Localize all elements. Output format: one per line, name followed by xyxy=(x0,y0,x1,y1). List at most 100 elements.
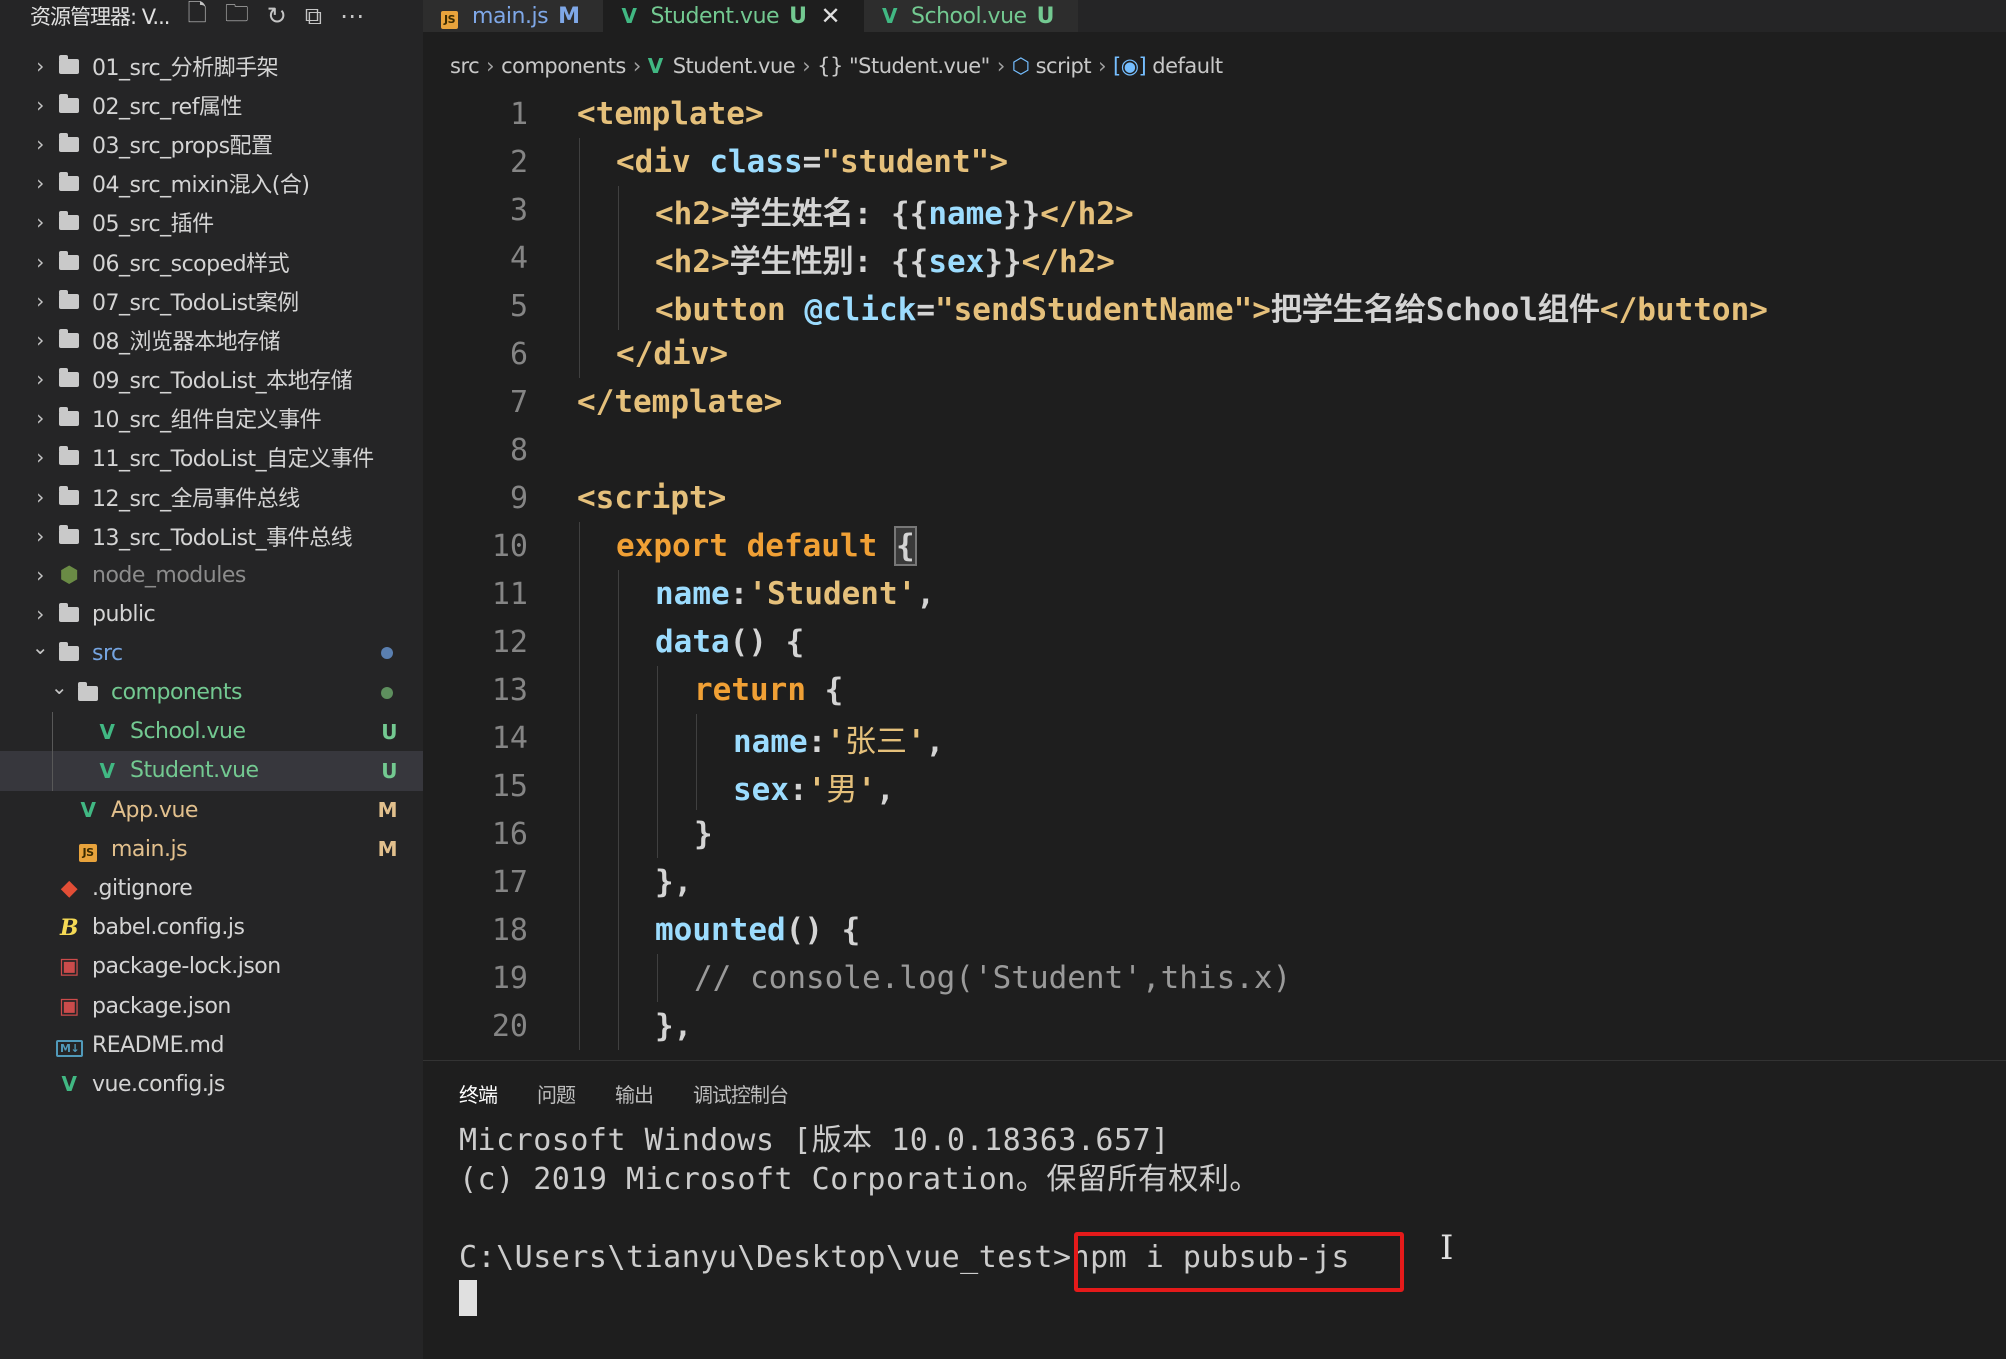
line-number: 17 xyxy=(491,864,528,900)
tree-item-label: README.md xyxy=(92,1032,224,1058)
folder-icon xyxy=(56,602,82,626)
terminal-prompt: C:\Users\tianyu\Desktop\vue_test> xyxy=(459,1240,1072,1275)
tree-item-public[interactable]: › public xyxy=(0,595,423,634)
js-file-icon: JS xyxy=(441,4,459,29)
git-status-badge: M xyxy=(377,798,398,823)
indent-guide xyxy=(618,282,619,330)
terminal[interactable]: Microsoft Windows [版本 10.0.18363.657] (c… xyxy=(459,1121,2006,1316)
code-line: 5 <button @click="sendStudentName">把学生名给S… xyxy=(423,282,1768,330)
tab-student-vue[interactable]: V Student.vue U ✕ xyxy=(603,0,865,32)
tree-item-app-vue[interactable]: V App.vue M xyxy=(0,791,423,830)
tree-item-gitignore[interactable]: ◆ .gitignore xyxy=(0,869,423,908)
breadcrumb-object[interactable]: {} "Student.vue" xyxy=(817,54,990,78)
tab-label: School.vue xyxy=(911,3,1027,29)
explorer-header: 资源管理器: V... 🗋 🗀 ↻ ⧉ ⋯ xyxy=(0,0,423,32)
breadcrumb-default[interactable]: default xyxy=(1152,54,1223,78)
tree-item-10-src[interactable]: › 10_src_组件自定义事件 xyxy=(0,399,423,438)
indent-guide xyxy=(618,234,619,282)
panel-tab-terminal[interactable]: 终端 xyxy=(459,1079,498,1108)
collapse-all-icon[interactable]: ⧉ xyxy=(305,2,322,30)
tree-item-label: Student.vue xyxy=(130,758,259,784)
breadcrumb-components[interactable]: components xyxy=(501,54,626,78)
tree-item-components[interactable]: ⌄ components xyxy=(0,673,423,712)
code-text: sex:'男', xyxy=(733,771,895,808)
tree-item-12-src[interactable]: › 12_src_全局事件总线 xyxy=(0,477,423,516)
new-file-icon[interactable]: 🗋 xyxy=(187,0,206,37)
code-line: 1 <template> xyxy=(423,90,764,138)
panel-tabs: 终端 问题 输出 调试控制台 xyxy=(459,1079,828,1108)
code-text: }, xyxy=(655,1008,693,1044)
line-number: 6 xyxy=(509,336,528,372)
chevron-right-icon: › xyxy=(36,92,44,117)
folder-icon xyxy=(56,524,82,548)
tree-item-package-json[interactable]: ▣ package.json xyxy=(0,987,423,1026)
code-editor[interactable]: 1 <template> 2 <div class="student"> 3 <h2>学生… xyxy=(423,90,2006,1060)
code-text: } xyxy=(694,816,713,852)
folder-icon xyxy=(56,171,82,195)
indent-guide xyxy=(579,570,580,618)
code-line: 13 return { xyxy=(423,666,843,714)
code-line: 18 mounted() { xyxy=(423,906,860,954)
folder-icon xyxy=(56,210,82,234)
tab-main-js[interactable]: JS main.js M xyxy=(423,0,604,32)
code-text: <button @click="sendStudentName">把学生名给Sc… xyxy=(655,291,1768,328)
tree-item-05-src[interactable]: › 05_src_插件 xyxy=(0,203,423,242)
tree-item-13-src-todolist[interactable]: › 13_src_TodoList_事件总线 xyxy=(0,516,423,555)
tree-item-label: App.vue xyxy=(111,797,198,823)
chevron-right-icon: › xyxy=(36,131,44,156)
code-text: name:'张三', xyxy=(733,723,945,760)
tree-item-04-src-mixin[interactable]: › 04_src_mixin混入(合) xyxy=(0,164,423,203)
panel-tab-output[interactable]: 输出 xyxy=(615,1079,654,1108)
tree-item-label: .gitignore xyxy=(92,876,193,902)
tab-school-vue[interactable]: V School.vue U xyxy=(864,0,1078,32)
tree-item-02-src-ref[interactable]: › 02_src_ref属性 xyxy=(0,85,423,124)
panel-tab-problems[interactable]: 问题 xyxy=(537,1079,576,1108)
tree-item-package-lock-json[interactable]: ▣ package-lock.json xyxy=(0,947,423,986)
tree-item-09-src-todolist[interactable]: › 09_src_TodoList_本地存储 xyxy=(0,360,423,399)
code-text: </div> xyxy=(616,336,728,372)
indent-guide xyxy=(618,570,619,618)
tree-item-01-src[interactable]: › 01_src_分析脚手架 xyxy=(0,46,423,85)
chevron-right-icon: › xyxy=(36,327,44,352)
tree-item-node-modules[interactable]: › ⬢ node_modules xyxy=(0,555,423,594)
line-number: 16 xyxy=(491,816,528,852)
tree-item-07-src-todolist[interactable]: › 07_src_TodoList案例 xyxy=(0,281,423,320)
vue-file-icon: V xyxy=(621,3,637,28)
tree-item-11-src-todolist[interactable]: › 11_src_TodoList_自定义事件 xyxy=(0,438,423,477)
node-modules-icon: ⬢ xyxy=(59,562,79,588)
code-text: <template> xyxy=(577,96,764,132)
editor-tab-bar: JS main.js M V Student.vue U ✕ V School.vue U xyxy=(423,0,2006,32)
indent-guide xyxy=(579,906,580,954)
chevron-right-icon: › xyxy=(36,563,44,588)
code-text: mounted() { xyxy=(655,912,861,948)
more-icon[interactable]: ⋯ xyxy=(340,2,364,30)
tree-item-src[interactable]: ⌄ src xyxy=(0,634,423,673)
tree-item-08[interactable]: › 08_浏览器本地存储 xyxy=(0,320,423,359)
new-folder-icon[interactable]: 🗀 xyxy=(225,0,249,37)
tree-item-vue-config-js[interactable]: Vvue.config.js xyxy=(0,1065,423,1104)
terminal-cursor xyxy=(459,1279,477,1316)
close-icon[interactable]: ✕ xyxy=(820,2,840,30)
breadcrumb-file[interactable]: Student.vue xyxy=(673,54,796,78)
panel-tab-debug-console[interactable]: 调试控制台 xyxy=(693,1079,789,1108)
git-icon: ◆ xyxy=(60,876,78,902)
indent-guide xyxy=(618,906,619,954)
tree-item-label: public xyxy=(92,601,156,627)
tree-item-babel-config-js[interactable]: Bbabel.config.js xyxy=(0,908,423,947)
tree-item-student-vue[interactable]: V Student.vue U xyxy=(0,751,423,791)
tree-item-03-src-props[interactable]: › 03_src_props配置 xyxy=(0,124,423,163)
tree-item-school-vue[interactable]: V School.vue U xyxy=(0,712,423,752)
refresh-icon[interactable]: ↻ xyxy=(267,2,287,30)
code-text: }, xyxy=(655,864,693,900)
tree-item-main-js[interactable]: JS main.js M xyxy=(0,830,423,869)
tree-item-readme-md[interactable]: M↓ README.md xyxy=(0,1026,423,1065)
breadcrumb-src[interactable]: src xyxy=(450,54,480,78)
code-line: 9 <script> xyxy=(423,474,726,522)
tree-item-06-src-scoped[interactable]: › 06_src_scoped样式 xyxy=(0,242,423,281)
breadcrumb-script[interactable]: script xyxy=(1036,54,1092,78)
chevron-right-icon: › xyxy=(36,406,44,431)
chevron-right-icon: › xyxy=(632,54,641,78)
line-number: 5 xyxy=(509,288,528,324)
code-line: 11 name:'Student', xyxy=(423,570,935,618)
line-number: 14 xyxy=(491,720,528,756)
